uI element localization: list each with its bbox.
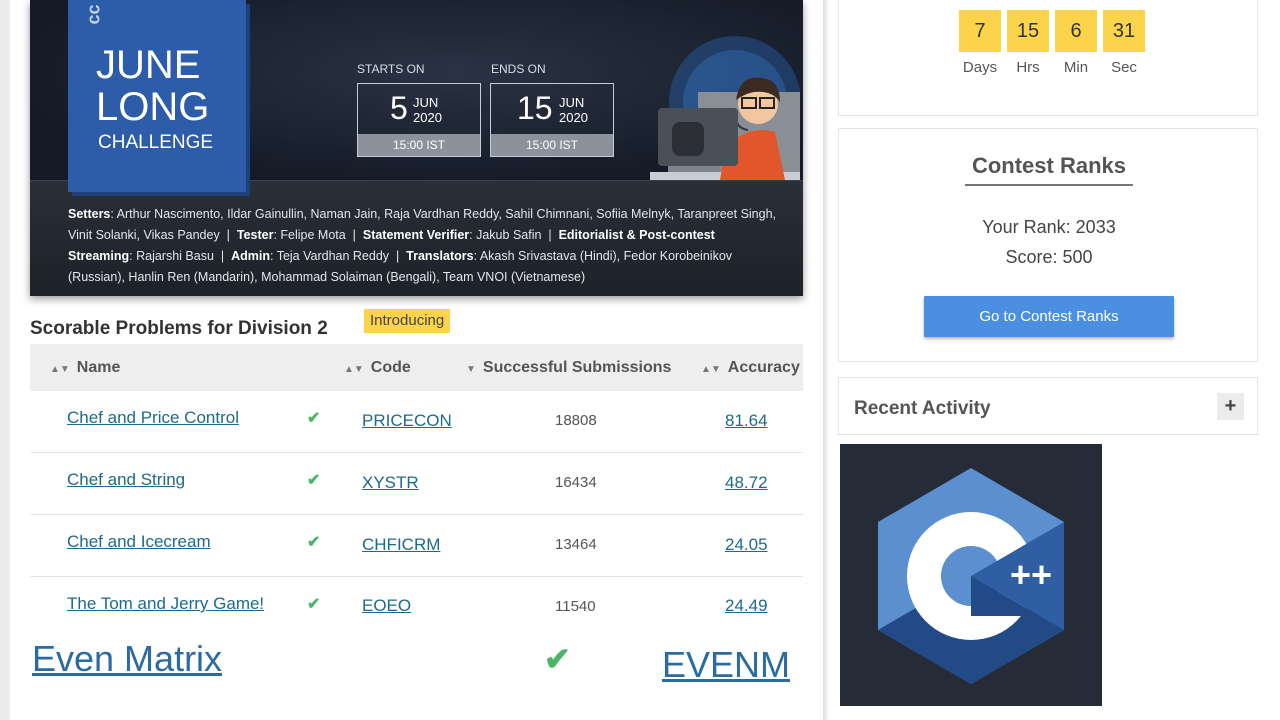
start-year: 2020 <box>413 110 442 125</box>
your-rank: Your Rank: 2033 <box>982 217 1116 237</box>
expand-plus-icon[interactable]: + <box>1217 393 1244 420</box>
start-time: 15:00 IST <box>358 134 480 156</box>
translators-label: Translators <box>406 249 474 263</box>
problem-code-link[interactable]: PRICECON <box>362 411 452 431</box>
coder-mascot-illustration <box>650 36 800 180</box>
problem-name-link[interactable]: Chef and Price Control <box>67 408 239 428</box>
problem-name-link[interactable]: Chef and String <box>67 470 185 490</box>
go-to-contest-ranks-button[interactable]: Go to Contest Ranks <box>924 296 1174 337</box>
start-month: JUN <box>413 95 439 110</box>
successful-submissions: 18808 <box>555 412 597 429</box>
successful-submissions: 11540 <box>555 598 596 615</box>
ends-on-label: ENDS ON <box>491 62 546 76</box>
sort-icon: ▲▼ <box>344 364 364 375</box>
accuracy-link[interactable]: 24.05 <box>725 535 768 555</box>
verifier-label: Statement Verifier <box>362 228 470 242</box>
table-row: Chef and Price Control ✔ PRICECON 18808 … <box>30 391 803 453</box>
hours-label: Hrs <box>1016 59 1040 76</box>
accuracy-link[interactable]: 24.49 <box>725 596 768 616</box>
table-row: Chef and Icecream ✔ CHFICRM 13464 24.05 <box>30 515 803 577</box>
countdown-timer: 7 15 6 31 Days Hrs Min Sec <box>838 0 1258 116</box>
column-header-name[interactable]: ▲▼ Name <box>50 344 120 391</box>
problem-name-link[interactable]: The Tom and Jerry Game! <box>67 594 264 614</box>
problem-code-link[interactable]: CHFICRM <box>362 535 440 555</box>
table-row: The Tom and Jerry Game! ✔ EOEO 11540 24.… <box>30 577 803 639</box>
countdown-minutes: 6 <box>1055 10 1097 52</box>
solved-check-icon: ✔ <box>307 410 321 427</box>
countdown-seconds: 31 <box>1103 10 1145 52</box>
solved-check-icon: ✔ <box>544 641 571 677</box>
tester-name: Felipe Mota <box>280 228 346 242</box>
section-title: Scorable Problems for Division 2 <box>30 318 328 339</box>
svg-text:++: ++ <box>1010 554 1052 595</box>
title-line-challenge: CHALLENGE <box>98 132 214 153</box>
column-submissions-label: Successful Submissions <box>482 359 672 376</box>
column-code-label: Code <box>370 359 411 376</box>
column-header-submissions[interactable]: ▼ Successful Submissions <box>466 344 671 391</box>
column-accuracy-label: Accuracy <box>727 359 800 376</box>
end-day: 15 <box>517 90 553 126</box>
solved-check-icon: ✔ <box>307 472 321 489</box>
start-date-box: 5 JUN 2020 15:00 IST <box>357 83 481 157</box>
contest-title-card: cc JUNE LONG CHALLENGE <box>68 0 246 192</box>
end-month: JUN <box>559 95 585 110</box>
column-name-label: Name <box>76 359 121 376</box>
problem-name-link[interactable]: Chef and Icecream <box>67 532 211 552</box>
column-header-code[interactable]: ▲▼ Code <box>344 344 411 391</box>
accuracy-link[interactable]: 81.64 <box>725 411 768 431</box>
problem-code-link[interactable]: EVENM <box>662 644 790 686</box>
solved-check-icon: ✔ <box>307 534 321 551</box>
title-line-long: LONG <box>96 85 210 129</box>
end-year: 2020 <box>559 110 588 125</box>
sidebar-divider <box>823 0 829 720</box>
starts-on-label: STARTS ON <box>357 62 425 76</box>
sort-desc-icon: ▼ <box>466 364 476 375</box>
solved-check-icon: ✔ <box>307 596 321 613</box>
end-time: 15:00 IST <box>491 134 613 156</box>
introducing-badge[interactable]: Introducing <box>364 309 451 333</box>
recent-activity-title: Recent Activity <box>854 398 991 419</box>
successful-submissions: 16434 <box>555 474 597 491</box>
editorialist-name: Rajarshi Basu <box>136 249 214 263</box>
accuracy-link[interactable]: 48.72 <box>725 473 768 493</box>
days-label: Days <box>962 59 998 76</box>
recent-activity-card: Recent Activity + <box>838 377 1258 435</box>
score: Score: 500 <box>1005 247 1093 267</box>
tester-label: Tester <box>236 228 274 242</box>
sort-icon: ▲▼ <box>50 364 70 375</box>
setters-label: Setters <box>68 207 111 221</box>
problem-code-link[interactable]: EOEO <box>362 596 411 616</box>
contest-credits: Setters: Arthur Nascimento, Ildar Gainul… <box>68 207 777 284</box>
start-day: 5 <box>390 90 408 126</box>
verifier-name: Jakub Safin <box>476 228 542 242</box>
codechef-logo-icon: cc <box>83 4 104 25</box>
column-header-accuracy[interactable]: ▲▼ Accuracy <box>701 344 800 391</box>
successful-submissions: 13464 <box>555 536 597 553</box>
end-date-box: 15 JUN 2020 15:00 IST <box>490 83 614 157</box>
problems-table-header: ▲▼ Name ▲▼ Code ▼ Successful Submissions ▲▼… <box>30 344 803 391</box>
countdown-days: 7 <box>959 10 1001 52</box>
minutes-label: Min <box>1063 59 1089 76</box>
cpp-hexagon-icon: ++ <box>878 468 1064 684</box>
sort-icon: ▲▼ <box>701 364 721 375</box>
cpp-logo-image: ++ <box>840 444 1102 706</box>
contest-ranks-title: Contest Ranks <box>971 153 1127 178</box>
title-underline <box>965 184 1133 186</box>
title-line-june: JUNE <box>96 43 201 87</box>
problem-code-link[interactable]: XYSTR <box>362 473 419 493</box>
seconds-label: Sec <box>1111 59 1137 76</box>
admin-label: Admin <box>231 249 270 263</box>
contest-ranks-card: Contest Ranks Your Rank: 2033 Score: 500… <box>838 128 1258 362</box>
countdown-hours: 15 <box>1007 10 1049 52</box>
admin-name: Teja Vardhan Reddy <box>276 249 390 263</box>
table-row: Chef and String ✔ XYSTR 16434 48.72 <box>30 453 803 515</box>
problem-name-link[interactable]: Even Matrix <box>32 638 222 680</box>
contest-banner: cc JUNE LONG CHALLENGE STARTS ON 5 JUN 2… <box>30 0 803 296</box>
